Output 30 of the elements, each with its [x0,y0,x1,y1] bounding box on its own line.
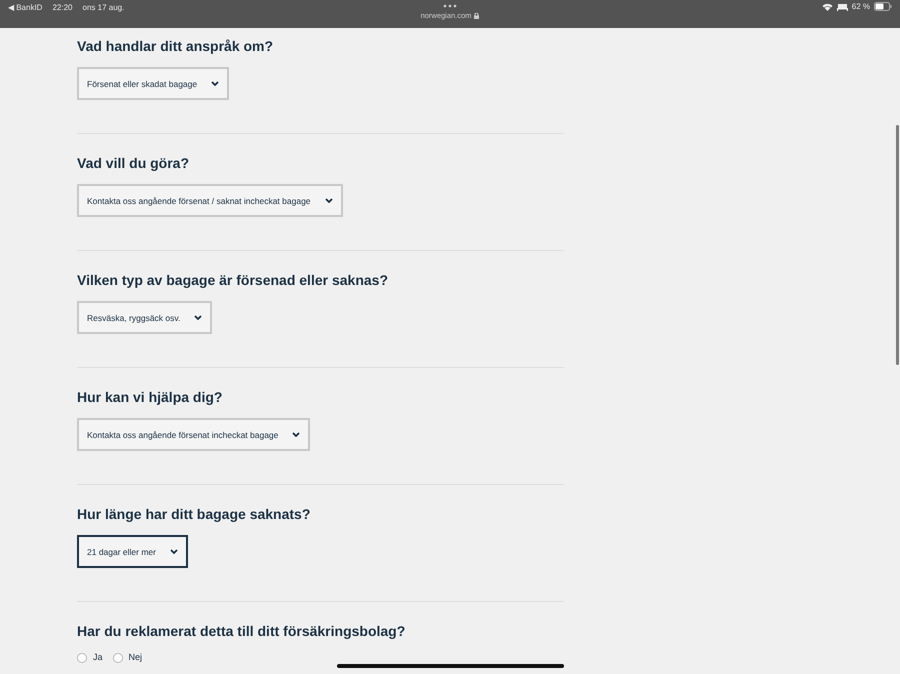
dropdown-field[interactable]: Kontakta oss angående försenat / saknat incheckat bagage [77,184,343,217]
chevron-down-icon [324,198,333,203]
dropdown-field[interactable]: Resväska, ryggsäck osv. [77,301,212,334]
chevron-down-icon [211,81,220,86]
battery-icon [874,2,892,11]
chevron-down-icon [194,315,202,320]
dropdown-field[interactable]: 21 dagar eller mer [77,535,188,568]
question-heading: Vad handlar ditt anspråk om? [77,37,274,56]
more-icon[interactable] [443,4,457,8]
radio-label[interactable]: Ja [93,652,103,663]
question-heading: Hur länge har ditt bagage saknats? [77,505,312,524]
status-date: ons 17 aug. [82,3,124,12]
status-time: 22:20 [52,3,72,12]
back-link[interactable]: ◀ BankID [8,3,42,12]
question-heading: Vad vill du göra? [77,154,190,173]
battery-percent: 62 % [852,2,870,11]
scrollbar[interactable] [896,125,899,365]
question-heading: Hur kan vi hjälpa dig? [77,388,224,407]
chevron-down-icon [170,549,178,554]
radio-label[interactable]: Nej [128,652,142,663]
radio-button[interactable] [112,652,123,662]
dropdown-field[interactable]: Försenat eller skadat bagage [77,67,230,100]
radio-button[interactable] [77,652,87,662]
chevron-down-icon [292,432,300,437]
dropdown-field[interactable]: Kontakta oss angående försenat incheckat bagage [77,418,310,451]
bed-icon [836,2,848,10]
wifi-icon [822,2,833,10]
question-heading: Vilken typ av bagage är försenad eller saknas? [77,271,389,290]
lock-icon [474,12,480,18]
question-heading: Har du reklamerat detta till ditt försäkringsbolag? [77,622,406,641]
